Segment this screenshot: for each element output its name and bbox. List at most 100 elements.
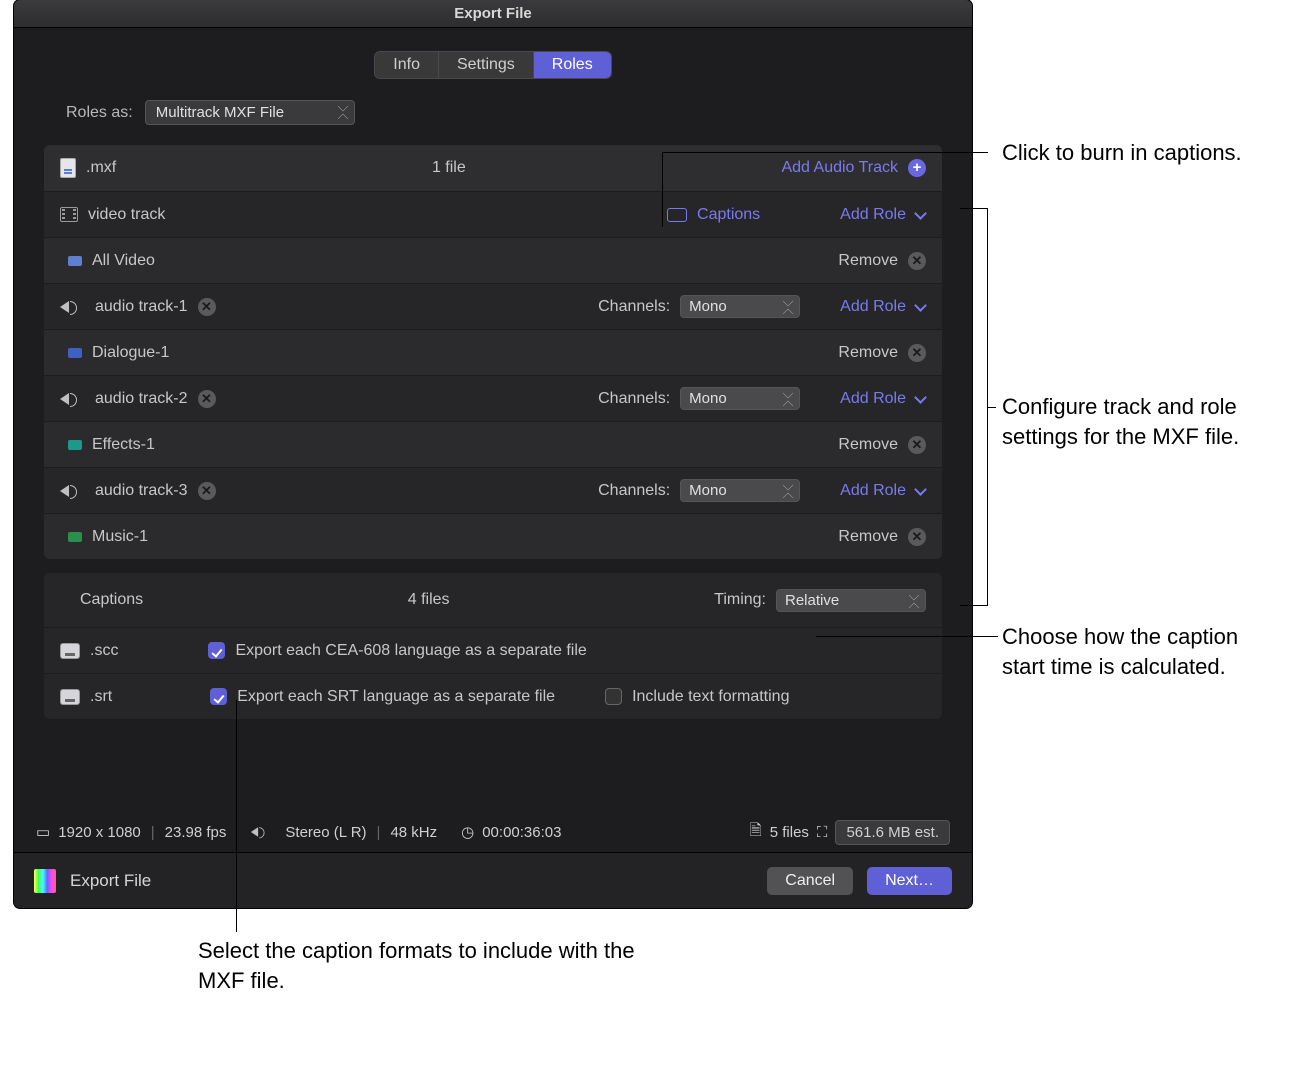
captions-button[interactable]: Captions: [697, 206, 760, 224]
channels-label: Channels:: [598, 482, 670, 500]
role-color-icon: [68, 532, 82, 542]
include-formatting-checkbox[interactable]: [605, 688, 622, 705]
timing-label: Timing:: [714, 591, 766, 609]
include-formatting-label: Include text formatting: [632, 688, 789, 706]
resolution-label: 1920 x 1080: [58, 824, 141, 841]
role-color-icon: [68, 440, 82, 450]
add-role-button[interactable]: Add Role: [840, 390, 906, 408]
caption-file-icon: [60, 689, 80, 705]
srt-export-checkbox[interactable]: [210, 688, 227, 705]
callout-caption-formats: Select the caption formats to include wi…: [198, 936, 638, 995]
channels-select[interactable]: Mono: [680, 387, 800, 410]
clock-icon: ◷: [461, 823, 474, 841]
remove-label: Remove: [838, 436, 898, 454]
export-file-icon: [34, 869, 56, 893]
speaker-icon: [60, 485, 69, 497]
music-label: Music-1: [92, 528, 148, 546]
scc-ext-label: .scc: [90, 642, 118, 660]
all-video-label: All Video: [92, 252, 155, 270]
audio-track-2-label: audio track-2: [95, 390, 188, 408]
callout-configure-tracks: Configure track and role settings for th…: [1002, 392, 1282, 451]
footer: Export File Cancel Next…: [14, 852, 972, 908]
files-label: 5 files: [770, 824, 809, 841]
chevron-down-icon[interactable]: [916, 211, 926, 221]
roles-as-select[interactable]: Multitrack MXF File: [145, 100, 355, 125]
srt-ext-label: .srt: [90, 688, 112, 706]
mxf-file-icon: [60, 158, 76, 178]
remove-icon[interactable]: ✕: [908, 344, 926, 362]
cancel-button[interactable]: Cancel: [767, 867, 853, 895]
audio-track-1-label: audio track-1: [95, 298, 188, 316]
callout-line: [988, 407, 996, 408]
remove-icon[interactable]: ✕: [908, 252, 926, 270]
window-title: Export File: [14, 0, 972, 28]
callout-line: [662, 152, 988, 153]
export-file-window: Export File Info Settings Roles Roles as…: [14, 0, 972, 908]
plus-icon[interactable]: +: [908, 159, 926, 177]
add-role-button[interactable]: Add Role: [840, 482, 906, 500]
audio-track-3-label: audio track-3: [95, 482, 188, 500]
film-icon: [60, 207, 78, 222]
chevron-down-icon[interactable]: [916, 303, 926, 313]
mxf-file-count: 1 file: [432, 159, 466, 177]
dialogue-label: Dialogue-1: [92, 344, 169, 362]
roles-as-label: Roles as:: [66, 104, 133, 122]
remove-label: Remove: [838, 252, 898, 270]
captions-count: 4 files: [408, 591, 450, 609]
remove-track-icon[interactable]: ✕: [198, 390, 216, 408]
resolution-icon: ▭: [36, 823, 50, 841]
captions-panel: Captions 4 files Timing: Relative .scc E…: [44, 573, 942, 719]
channels-label: Channels:: [598, 390, 670, 408]
callout-line: [816, 636, 998, 637]
files-icon: 🗎: [750, 820, 762, 845]
callout-burn-captions: Click to burn in captions.: [1002, 138, 1262, 168]
callout-line: [662, 152, 663, 227]
srt-checkbox-label: Export each SRT language as a separate f…: [237, 688, 555, 706]
remove-track-icon[interactable]: ✕: [198, 298, 216, 316]
scc-checkbox-label: Export each CEA-608 language as a separa…: [235, 642, 586, 660]
caption-file-icon: [60, 643, 80, 659]
status-bar: ▭ 1920 x 1080 | 23.98 fps Stereo (L R) |…: [14, 812, 972, 852]
add-audio-track-button[interactable]: Add Audio Track: [781, 159, 898, 177]
mxf-ext-label: .mxf: [86, 159, 116, 177]
remove-label: Remove: [838, 528, 898, 546]
scc-export-checkbox[interactable]: [208, 642, 225, 659]
hz-label: 48 kHz: [390, 824, 437, 841]
timing-select[interactable]: Relative: [776, 589, 926, 612]
role-color-icon: [68, 348, 82, 358]
next-button[interactable]: Next…: [867, 867, 952, 895]
remove-icon[interactable]: ✕: [908, 528, 926, 546]
video-track-label: video track: [88, 206, 165, 224]
remove-track-icon[interactable]: ✕: [198, 482, 216, 500]
channels-select[interactable]: Mono: [680, 295, 800, 318]
footer-title: Export File: [70, 871, 151, 891]
callout-timing: Choose how the caption start time is cal…: [1002, 622, 1282, 681]
tab-roles[interactable]: Roles: [534, 52, 611, 78]
fps-label: 23.98 fps: [165, 824, 227, 841]
size-label: 561.6 MB est.: [835, 820, 950, 845]
captions-heading: Captions: [80, 591, 143, 609]
remove-label: Remove: [838, 344, 898, 362]
mxf-panel: .mxf 1 file Add Audio Track + video trac…: [44, 145, 942, 559]
channels-label: Channels:: [598, 298, 670, 316]
tab-info[interactable]: Info: [375, 52, 439, 78]
role-color-icon: [68, 256, 82, 266]
timecode-label: 00:00:36:03: [482, 824, 561, 841]
remove-icon[interactable]: ✕: [908, 436, 926, 454]
audio-label: Stereo (L R): [285, 824, 366, 841]
callout-line: [236, 700, 237, 932]
tab-bar: Info Settings Roles: [14, 52, 972, 78]
chevron-down-icon[interactable]: [916, 395, 926, 405]
disk-icon: ⛶: [817, 824, 828, 841]
add-role-button[interactable]: Add Role: [840, 206, 906, 224]
tab-settings[interactable]: Settings: [439, 52, 534, 78]
speaker-icon: [251, 827, 258, 837]
effects-label: Effects-1: [92, 436, 155, 454]
chevron-down-icon[interactable]: [916, 487, 926, 497]
speaker-icon: [60, 301, 69, 313]
captions-icon[interactable]: [667, 208, 687, 222]
callout-bracket: [960, 208, 988, 606]
add-role-button[interactable]: Add Role: [840, 298, 906, 316]
speaker-icon: [60, 393, 69, 405]
channels-select[interactable]: Mono: [680, 479, 800, 502]
